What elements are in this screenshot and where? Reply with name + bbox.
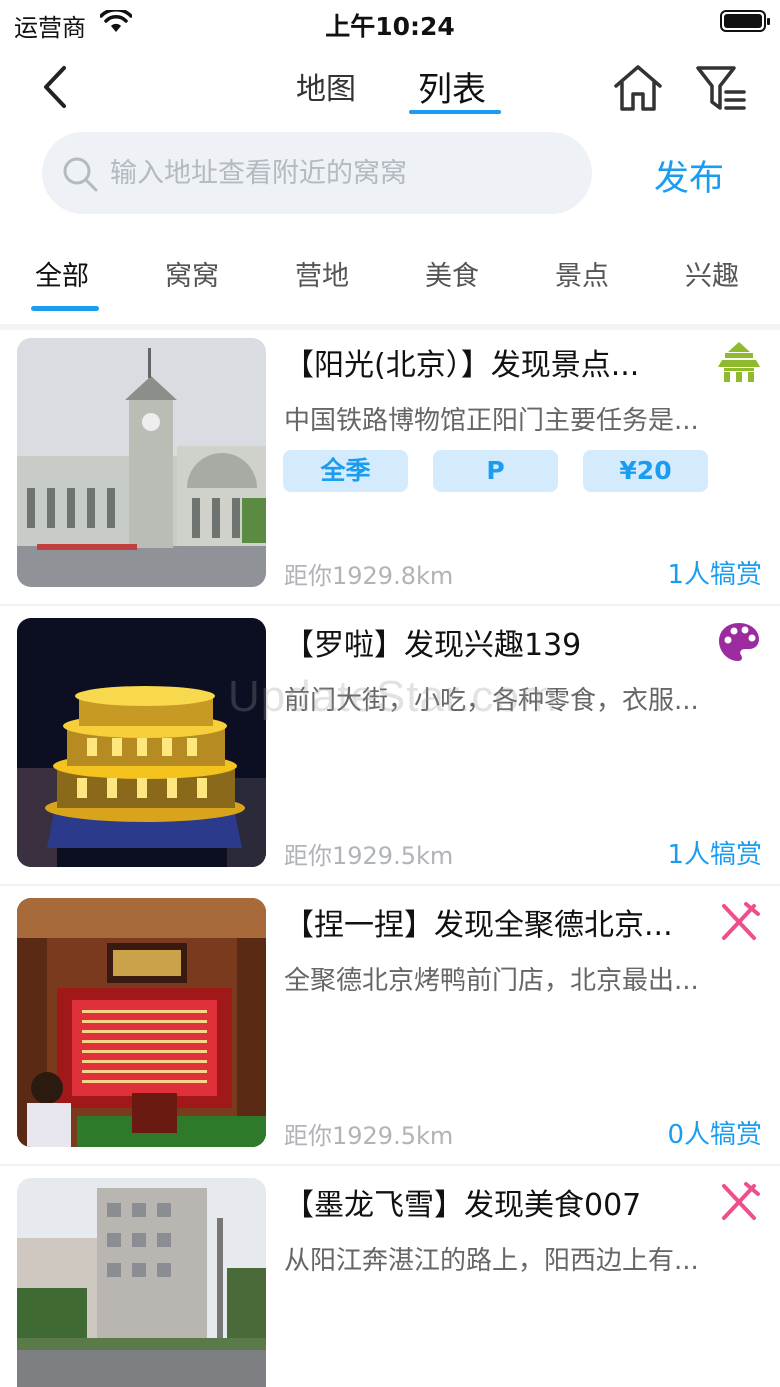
parking-tag: P	[433, 450, 558, 492]
palette-icon	[719, 623, 759, 661]
home-icon[interactable]	[612, 62, 664, 114]
watermark: UpdateStar.com	[228, 672, 558, 721]
tab-map[interactable]: 地图	[296, 64, 356, 108]
item-description: 全聚德北京烤鸭前门店，北京最出...	[284, 966, 699, 996]
back-icon[interactable]	[34, 62, 78, 112]
filter-icon[interactable]	[694, 62, 748, 114]
season-tag: 全季	[283, 450, 408, 492]
item-distance: 距你1929.8km	[284, 562, 454, 590]
publish-button[interactable]: 发布	[654, 150, 724, 201]
list-item[interactable]: 【捏一捏】发现全聚德北京... 全聚德北京烤鸭前门店，北京最出... 距你192…	[0, 886, 780, 1166]
battery-icon	[720, 10, 770, 32]
item-reward[interactable]: 1人犒赏	[667, 834, 762, 871]
item-photo	[17, 338, 266, 587]
search-bar[interactable]	[42, 132, 592, 214]
search-input[interactable]	[110, 132, 580, 214]
tab-list-indicator	[409, 110, 501, 114]
item-title: 【罗啦】发现兴趣139	[284, 628, 582, 663]
list-item[interactable]: 【罗啦】发现兴趣139 前门大街，小吃，各种零食，衣服... 距你1929.5k…	[0, 606, 780, 886]
status-bar: 运营商 上午10:24	[0, 0, 780, 44]
category-tab-interest[interactable]: 兴趣	[685, 254, 739, 293]
item-description: 从阳江奔湛江的路上，阳西边上有...	[284, 1246, 699, 1276]
item-photo	[17, 898, 266, 1147]
item-photo	[17, 618, 266, 867]
category-tab-scenic[interactable]: 景点	[555, 254, 609, 293]
item-reward[interactable]: 1人犒赏	[667, 554, 762, 591]
item-title: 【阳光(北京）】发现景点...	[284, 348, 640, 383]
item-distance: 距你1929.5km	[284, 842, 454, 870]
item-reward[interactable]: 0人犒赏	[667, 1114, 762, 1151]
fork-knife-icon	[722, 1182, 760, 1220]
list-item[interactable]: 【阳光(北京）】发现景点... 中国铁路博物馆正阳门主要任务是... 全季 P …	[0, 326, 780, 606]
clock: 上午10:24	[325, 12, 455, 41]
item-distance: 距你1929.5km	[284, 1122, 454, 1150]
category-tab-nest[interactable]: 窝窝	[165, 254, 219, 293]
category-tab-camp[interactable]: 营地	[295, 254, 349, 293]
category-tab-all[interactable]: 全部	[35, 254, 89, 293]
category-indicator	[31, 306, 99, 311]
item-title: 【捏一捏】发现全聚德北京...	[284, 908, 673, 943]
item-description: 中国铁路博物馆正阳门主要任务是...	[284, 406, 699, 436]
price-tag: ¥20	[583, 450, 708, 492]
item-title: 【墨龙飞雪】发现美食007	[284, 1188, 642, 1223]
tab-list[interactable]: 列表	[418, 62, 486, 111]
category-tab-food[interactable]: 美食	[425, 254, 479, 293]
item-photo	[17, 1178, 266, 1387]
landmark-icon	[718, 342, 760, 382]
search-icon	[63, 157, 98, 192]
list-item[interactable]: 【墨龙飞雪】发现美食007 从阳江奔湛江的路上，阳西边上有...	[0, 1166, 780, 1387]
fork-knife-icon	[722, 902, 760, 940]
